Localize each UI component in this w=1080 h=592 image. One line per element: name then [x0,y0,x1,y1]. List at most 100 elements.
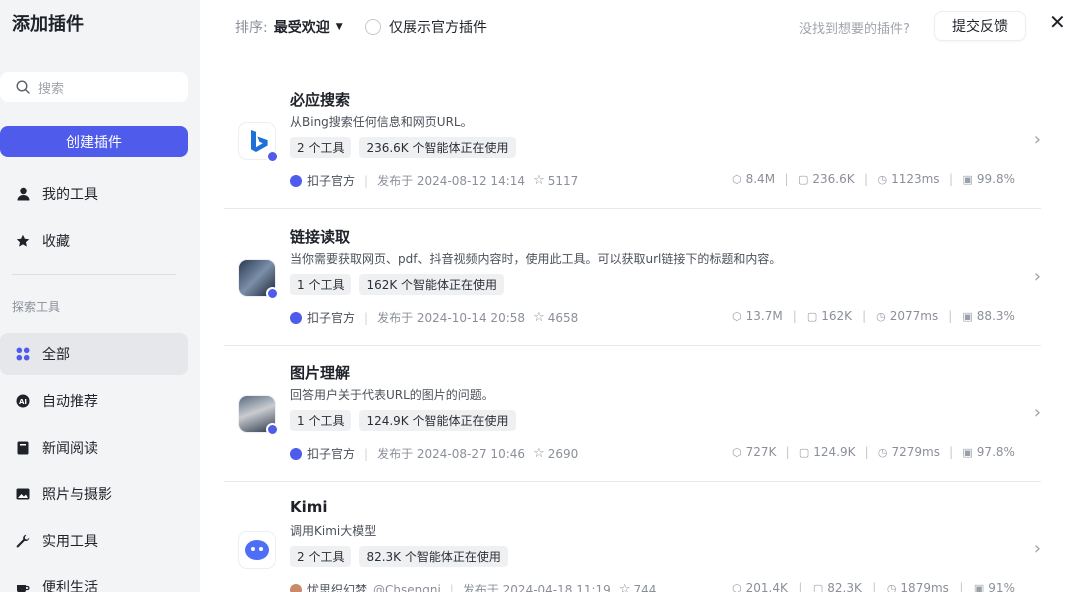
author-avatar [290,174,302,187]
cube-icon: ⬡ [732,581,742,592]
divider: | [872,581,877,592]
stat-latency: 1879ms [900,581,949,592]
clock-icon: ◷ [876,309,886,323]
stat-success: 99.8% [976,172,1015,186]
stat-bots: 236.6K [812,172,855,186]
sidebar-item-auto-recommend[interactable]: AI 自动推荐 [0,380,188,422]
usage-tag: 82.3K 个智能体正在使用 [359,546,508,567]
plugin-card-kimi[interactable]: Kimi 调用Kimi大模型 2 个工具 82.3K 个智能体正在使用 忧思织幻… [224,482,1041,592]
star-outline-icon[interactable]: ☆ [533,310,545,325]
plugin-description: 从Bing搜索任何信息和网页URL。 [290,115,473,129]
sidebar-item-favorites[interactable]: 收藏 [0,220,188,262]
plugin-name: Kimi [290,498,328,516]
sidebar: 添加插件 搜索 创建插件 我的工具 收藏 探索工具 全部 AI 自动推荐 新闻阅… [0,0,200,592]
divider: | [864,445,869,459]
svg-text:AI: AI [19,398,27,406]
bot-icon: ▢ [797,172,809,186]
official-only-toggle[interactable]: 仅展示官方插件 [365,17,487,37]
plugin-image-icon [239,260,279,300]
success-rate-icon: ▣ [962,309,973,323]
divider: | [784,172,789,186]
spacer: | [527,447,531,461]
author-name: 扣子官方 [307,174,356,188]
plugin-name: 必应搜索 [290,91,351,109]
ai-icon: AI [16,394,30,408]
chevron-right-icon[interactable]: › [1034,402,1041,423]
grid-icon [16,347,30,361]
sidebar-item-photo[interactable]: 照片与摄影 [0,473,188,515]
sidebar-item-utility[interactable]: 实用工具 [0,520,188,562]
plugin-card-bing[interactable]: 必应搜索 从Bing搜索任何信息和网页URL。 2 个工具 236.6K 个智能… [224,73,1041,209]
publish-date: 发布于 2024-08-27 10:46 [377,447,526,461]
kimi-logo-icon [239,532,275,568]
search-icon [16,80,30,94]
author-avatar [290,311,302,324]
book-icon [16,441,30,455]
stat-latency: 1123ms [891,172,940,186]
clock-icon: ◷ [877,172,888,186]
chevron-right-icon[interactable]: › [1034,538,1041,559]
panel-title: 添加插件 [12,14,84,35]
close-icon[interactable]: ✕ [1049,10,1066,34]
author-name: 扣子官方 [307,447,356,461]
divider: | [948,172,954,186]
section-label: 探索工具 [12,300,61,314]
clock-icon: ◷ [886,581,897,592]
sidebar-item-news[interactable]: 新闻阅读 [0,427,188,469]
sidebar-item-label: 全部 [42,347,70,363]
search-input[interactable]: 搜索 [0,72,188,102]
bot-icon: ▢ [798,445,810,459]
plugin-card-image-understanding[interactable]: 图片理解 回答用户关于代表URL的图片的问题。 1 个工具 124.9K 个智能… [224,346,1041,482]
star-icon [16,234,30,248]
star-outline-icon[interactable]: ☆ [533,446,545,461]
official-only-label: 仅展示官方插件 [389,20,487,36]
feedback-button[interactable]: 提交反馈 [934,11,1026,41]
publish-date: 发布于 2024-08-12 14:14 [377,174,526,188]
sidebar-item-label: 照片与摄影 [42,487,112,503]
tools-count-tag: 1 个工具 [290,410,352,431]
spacer: | [527,174,531,188]
sidebar-item-label: 实用工具 [42,534,98,550]
user-icon [16,187,30,201]
divider: | [798,581,803,592]
stat-bots: 82.3K [827,581,862,592]
star-outline-icon[interactable]: ☆ [619,582,631,592]
sidebar-item-life[interactable]: 便利生活 [0,566,188,592]
divider: | [449,582,454,592]
cube-icon: ⬡ [732,309,742,323]
sidebar-item-my-tools[interactable]: 我的工具 [0,173,188,215]
stat-success: 88.3% [976,309,1015,323]
sort-dropdown[interactable]: 排序: 最受欢迎 ▼ [235,17,343,37]
cube-icon: ⬡ [732,445,742,459]
sort-value: 最受欢迎 [273,20,330,36]
tools-count-tag: 2 个工具 [290,546,352,567]
plugin-card-link-reader[interactable]: 链接读取 当你需要获取网页、pdf、抖音视频内容时，使用此工具。可以获取url链… [224,210,1041,346]
verified-badge [266,287,279,300]
star-outline-icon[interactable]: ☆ [533,173,545,188]
tools-count-tag: 2 个工具 [290,137,352,158]
divider: | [364,173,369,188]
sidebar-item-all[interactable]: 全部 [0,333,188,375]
usage-tag: 162K 个智能体正在使用 [359,274,505,295]
plugin-name: 链接读取 [290,228,351,246]
radio-icon[interactable] [365,19,381,35]
stat-calls: 201.4K [745,581,788,592]
create-plugin-button[interactable]: 创建插件 [0,126,188,157]
chevron-right-icon[interactable]: › [1034,266,1041,287]
plugin-description: 调用Kimi大模型 [290,524,377,538]
divider: | [792,309,797,323]
bot-icon: ▢ [806,309,818,323]
caret-down-icon: ▼ [335,22,343,32]
image-icon [16,487,30,501]
stat-calls: 8.4M [745,172,776,186]
star-count: 4658 [547,310,579,325]
stat-calls: 727K [745,445,777,459]
divider: | [785,445,790,459]
cube-icon: ⬡ [732,172,742,186]
spacer: | [527,311,531,325]
stat-latency: 2077ms [889,309,939,323]
publish-date: 发布于 2024-10-14 20:58 [377,311,526,325]
sidebar-item-label: 我的工具 [42,187,98,203]
chevron-right-icon[interactable]: › [1034,129,1041,150]
stat-success: 97.8% [976,445,1015,459]
